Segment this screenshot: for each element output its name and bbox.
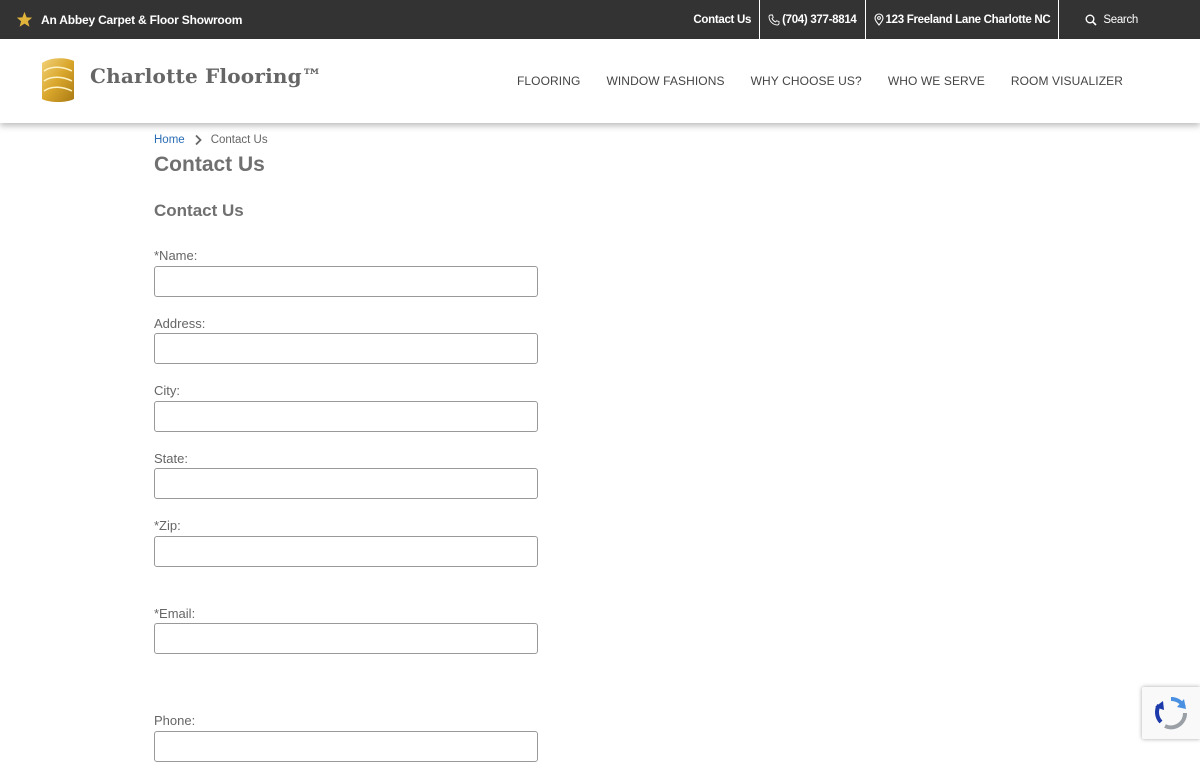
top-links: Contact Us (704) 377-8814 123 Freeland L… bbox=[685, 0, 1200, 39]
email-field[interactable] bbox=[154, 623, 538, 654]
search-icon bbox=[1085, 14, 1097, 26]
zip-field[interactable] bbox=[154, 536, 538, 567]
city-field[interactable] bbox=[154, 401, 538, 432]
phone-field[interactable] bbox=[154, 731, 538, 762]
main-nav: FLOORING WINDOW FASHIONS WHY CHOOSE US? … bbox=[504, 39, 1136, 123]
top-bar: An Abbey Carpet & Floor Showroom Contact… bbox=[0, 0, 1200, 39]
name-field[interactable] bbox=[154, 266, 538, 297]
recaptcha-icon bbox=[1155, 697, 1188, 730]
city-label: City: bbox=[154, 383, 180, 398]
email-label: *Email: bbox=[154, 606, 196, 621]
abbey-brand-text: An Abbey Carpet & Floor Showroom bbox=[41, 12, 243, 27]
nav-window-fashions[interactable]: WINDOW FASHIONS bbox=[593, 74, 737, 88]
recaptcha-badge[interactable] bbox=[1142, 687, 1200, 739]
site-logo-text: Charlotte Flooring™ bbox=[90, 64, 322, 88]
zip-label: *Zip: bbox=[154, 518, 181, 533]
nav-who-we-serve[interactable]: WHO WE SERVE bbox=[875, 74, 998, 88]
search-button[interactable]: Search bbox=[1059, 0, 1200, 39]
state-field[interactable] bbox=[154, 468, 538, 499]
name-label: *Name: bbox=[154, 248, 198, 263]
map-pin-icon bbox=[873, 13, 884, 26]
nav-why-choose-us[interactable]: WHY CHOOSE US? bbox=[738, 74, 875, 88]
logo-mark-icon bbox=[42, 58, 74, 102]
top-contact-link[interactable]: Contact Us bbox=[685, 0, 759, 39]
top-phone-label: (704) 377-8814 bbox=[782, 13, 857, 26]
address-field[interactable] bbox=[154, 333, 538, 364]
form-title: Contact Us bbox=[154, 201, 244, 220]
breadcrumb-home[interactable]: Home bbox=[154, 134, 185, 146]
page-title: Contact Us bbox=[154, 153, 265, 176]
phone-icon bbox=[768, 14, 780, 25]
address-label: Address: bbox=[154, 316, 206, 331]
chevron-right-icon bbox=[195, 134, 202, 146]
star-icon bbox=[16, 11, 33, 27]
top-contact-label: Contact Us bbox=[693, 13, 752, 26]
abbey-brand[interactable]: An Abbey Carpet & Floor Showroom bbox=[16, 0, 242, 39]
nav-room-visualizer[interactable]: ROOM VISUALIZER bbox=[998, 74, 1136, 88]
nav-flooring[interactable]: FLOORING bbox=[504, 74, 593, 88]
top-address-label: 123 Freeland Lane Charlotte NC bbox=[885, 13, 1051, 26]
search-label: Search bbox=[1103, 13, 1138, 26]
site-logo[interactable]: Charlotte Flooring™ bbox=[38, 55, 322, 105]
state-label: State: bbox=[154, 451, 188, 466]
phone-label: Phone: bbox=[154, 713, 196, 728]
breadcrumb-current: Contact Us bbox=[210, 134, 268, 146]
breadcrumb: Home Contact Us bbox=[154, 134, 268, 146]
site-header: Charlotte Flooring™ FLOORING WINDOW FASH… bbox=[0, 39, 1200, 123]
top-phone-link[interactable]: (704) 377-8814 bbox=[760, 0, 864, 39]
top-address-link[interactable]: 123 Freeland Lane Charlotte NC bbox=[866, 0, 1059, 39]
